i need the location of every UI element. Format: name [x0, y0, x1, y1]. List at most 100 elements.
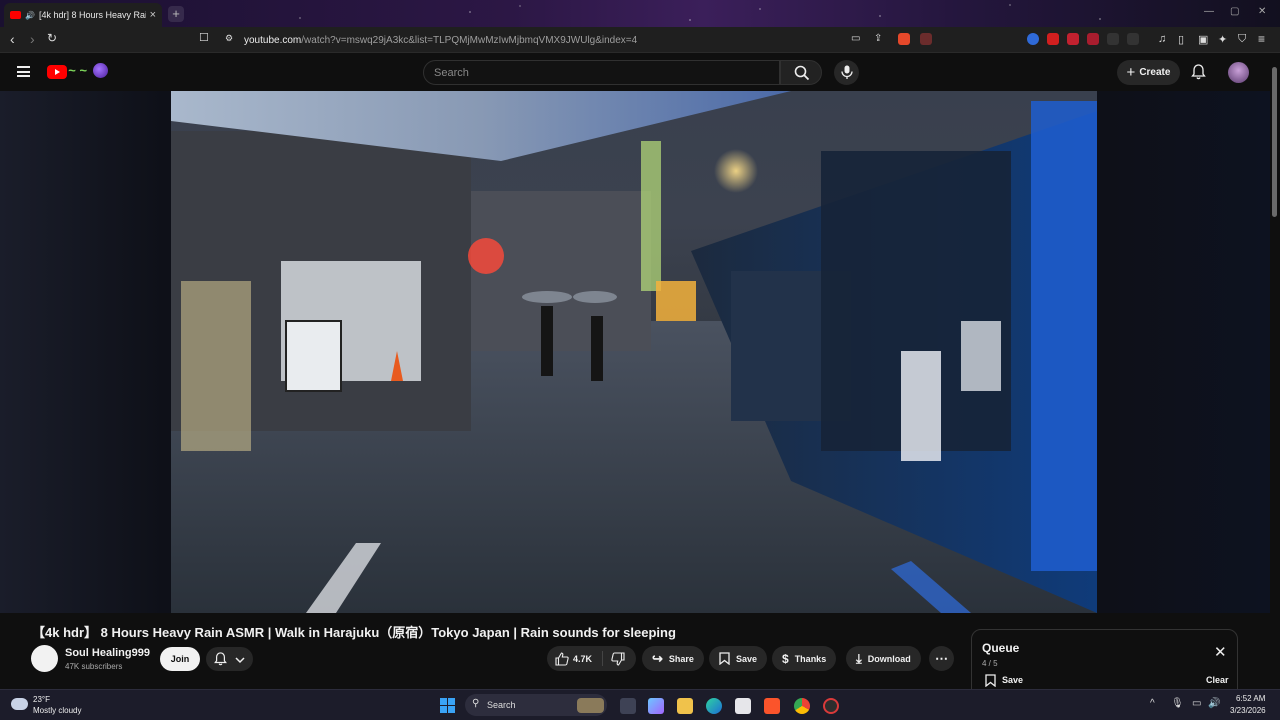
- like-icon[interactable]: [555, 652, 569, 666]
- tray-mic-icon[interactable]: 🎙: [1171, 698, 1184, 709]
- subscriber-count: 47K subscribers: [65, 662, 123, 671]
- leo-ai-icon[interactable]: ✦: [1218, 33, 1227, 46]
- extension-5-icon[interactable]: [1127, 33, 1139, 45]
- queue-save-icon[interactable]: [985, 674, 996, 687]
- store-icon[interactable]: [735, 698, 751, 714]
- video-title: 【4k hdr】 8 Hours Heavy Rain ASMR | Walk …: [32, 625, 676, 640]
- doodle-logo-icon[interactable]: ~ ~: [68, 63, 87, 78]
- avatar[interactable]: [1228, 62, 1249, 83]
- speaker-icon: 🔊: [25, 10, 35, 20]
- channel-avatar[interactable]: [31, 645, 58, 672]
- plus-icon: +: [1126, 64, 1136, 81]
- share-button[interactable]: ↪ Share: [642, 646, 704, 671]
- bookmark-save-icon: [719, 652, 730, 665]
- menu-icon[interactable]: [17, 66, 30, 77]
- close-window-icon[interactable]: ✕: [1258, 6, 1266, 17]
- network-icon[interactable]: ▭: [1192, 698, 1201, 709]
- close-queue-icon[interactable]: ✕: [1214, 643, 1227, 661]
- maximize-icon[interactable]: ▢: [1230, 6, 1239, 17]
- bookmark-icon[interactable]: ☐: [199, 31, 209, 44]
- microphone-icon: [841, 65, 853, 79]
- weather-icon[interactable]: [11, 698, 28, 710]
- url-host: youtube.com: [244, 34, 302, 46]
- queue-panel: Queue 4 / 5 ✕ Save Clear: [971, 629, 1238, 691]
- thanks-button[interactable]: $ Thanks: [772, 646, 837, 671]
- download-icon: ⤓: [856, 650, 862, 666]
- download-button[interactable]: ⤓ Download: [846, 646, 921, 671]
- like-count[interactable]: 4.7K: [573, 654, 592, 664]
- sidebar-icon[interactable]: ▯: [1178, 33, 1184, 46]
- forward-icon[interactable]: ›: [30, 31, 35, 47]
- extension-4-icon[interactable]: [1087, 33, 1099, 45]
- video-still-image: [171, 91, 1097, 613]
- search-input[interactable]: Search: [423, 60, 780, 85]
- video-player[interactable]: [0, 91, 1270, 613]
- chevron-down-icon: [235, 657, 245, 664]
- show-hidden-icons-icon[interactable]: ^: [1150, 698, 1155, 709]
- doodle-ball-icon: [93, 63, 108, 78]
- edge-icon[interactable]: [706, 698, 722, 714]
- browser-tab[interactable]: 🔊 [4k hdr] 8 Hours Heavy Rain ×: [4, 3, 162, 27]
- extension-1-icon[interactable]: [1027, 33, 1039, 45]
- join-button[interactable]: Join: [160, 647, 200, 671]
- browser-menu-icon[interactable]: ≡: [1258, 32, 1265, 46]
- extension-2-icon[interactable]: [1047, 33, 1059, 45]
- like-divider: [602, 651, 603, 666]
- start-icon[interactable]: [440, 698, 455, 713]
- taskbar: 23°F Mostly cloudy Search ⚲ ^ 🎙 ▭ 🔊 6:52…: [0, 689, 1280, 720]
- more-icon: ⋯: [935, 650, 948, 666]
- video-frame[interactable]: [171, 91, 1097, 613]
- reload-icon[interactable]: ↻: [47, 31, 57, 45]
- address-bar: ‹ › ↻ ☐ ⚙ youtube.com/watch?v=mswq29jA3k…: [0, 27, 1280, 53]
- new-tab-button[interactable]: +: [168, 6, 184, 22]
- taskbar-search-label: Search: [487, 700, 516, 710]
- create-label: Create: [1139, 67, 1171, 78]
- brave-shield-icon[interactable]: [898, 33, 910, 45]
- notification-toggle-button[interactable]: [206, 647, 253, 671]
- task-view-icon[interactable]: [620, 698, 636, 714]
- voice-search-button[interactable]: [834, 60, 859, 85]
- media-controls-icon[interactable]: ♫: [1158, 33, 1166, 45]
- extension-3-icon[interactable]: [1067, 33, 1079, 45]
- page-scrollbar[interactable]: [1270, 53, 1280, 689]
- save-label: Save: [736, 653, 758, 664]
- notifications-bell-icon[interactable]: [1191, 64, 1206, 80]
- extensions-puzzle-icon[interactable]: [1107, 33, 1119, 45]
- temperature[interactable]: 23°F: [33, 695, 50, 704]
- cast-icon[interactable]: ▭: [851, 33, 860, 44]
- share-page-icon[interactable]: ⇪: [874, 33, 882, 44]
- volume-icon[interactable]: 🔊: [1208, 698, 1220, 709]
- chrome-icon[interactable]: [794, 698, 810, 714]
- channel-name[interactable]: Soul Healing999: [65, 647, 150, 659]
- obs-icon[interactable]: [823, 698, 839, 714]
- clock-time[interactable]: 6:52 AM: [1236, 694, 1265, 703]
- queue-clear-button[interactable]: Clear: [1206, 675, 1229, 685]
- file-explorer-icon[interactable]: [677, 698, 693, 714]
- vpn-icon[interactable]: ⛉: [1238, 33, 1246, 46]
- site-info-icon[interactable]: ⚙: [225, 33, 233, 44]
- rewards-icon[interactable]: [920, 33, 932, 45]
- tab-title: [4k hdr] 8 Hours Heavy Rain: [38, 10, 146, 20]
- save-button[interactable]: Save: [709, 646, 768, 671]
- brave-icon[interactable]: [764, 698, 780, 714]
- more-actions-button[interactable]: ⋯: [929, 646, 954, 671]
- youtube-logo-icon[interactable]: [47, 65, 67, 79]
- create-button[interactable]: + Create: [1117, 60, 1180, 85]
- taskbar-search-icon: ⚲: [472, 698, 480, 709]
- clock-date[interactable]: 3/23/2026: [1230, 706, 1266, 715]
- download-label: Download: [867, 653, 911, 664]
- copilot-icon[interactable]: [648, 698, 664, 714]
- scrollbar-thumb[interactable]: [1272, 67, 1277, 217]
- dislike-icon[interactable]: [611, 652, 625, 666]
- queue-save-button[interactable]: Save: [1002, 675, 1023, 685]
- minimize-icon[interactable]: —: [1204, 6, 1214, 17]
- url-path: /watch?v=mswq29jA3kc&list=TLPQMjMwMzIwMj…: [301, 34, 638, 46]
- back-icon[interactable]: ‹: [10, 31, 15, 47]
- weather-condition[interactable]: Mostly cloudy: [33, 706, 81, 715]
- queue-position: 4 / 5: [982, 659, 998, 668]
- search-icon: [794, 65, 810, 81]
- search-highlight-icon: [577, 698, 604, 713]
- close-tab-icon[interactable]: ×: [150, 9, 156, 21]
- wallet-icon[interactable]: ▣: [1198, 33, 1208, 46]
- search-button[interactable]: [780, 60, 822, 85]
